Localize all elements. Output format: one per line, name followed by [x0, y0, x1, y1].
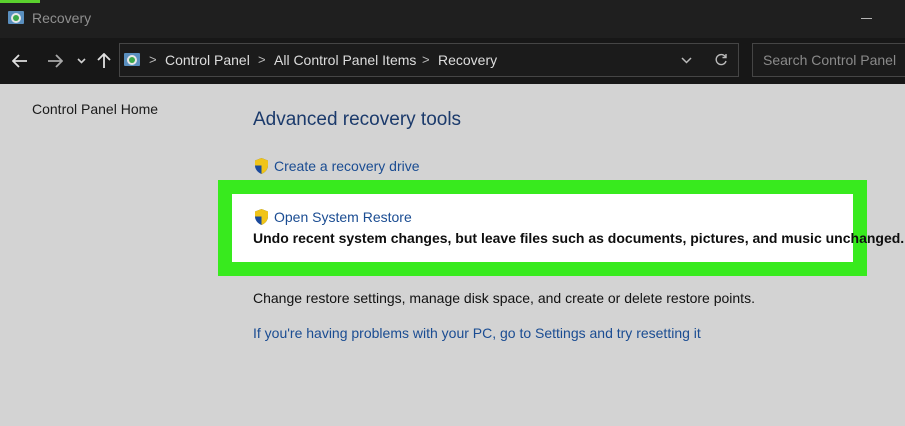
- control-panel-icon: [8, 11, 24, 24]
- recovery-window: Recovery > Control Panel > All Control P…: [0, 0, 905, 426]
- configure-restore-description: Change restore settings, manage disk spa…: [253, 290, 755, 306]
- create-recovery-drive-label[interactable]: Create a recovery drive: [274, 158, 420, 174]
- open-system-restore-label[interactable]: Open System Restore: [274, 209, 412, 225]
- refresh-button[interactable]: [710, 44, 732, 76]
- breadcrumb-separator[interactable]: >: [258, 52, 266, 67]
- refresh-icon: [715, 53, 727, 66]
- accent-corner: [0, 0, 40, 3]
- window-title: Recovery: [32, 10, 92, 26]
- forward-button[interactable]: [42, 38, 68, 84]
- back-button[interactable]: [7, 38, 33, 84]
- address-bar[interactable]: > Control Panel > All Control Panel Item…: [119, 43, 739, 77]
- chevron-down-icon: [680, 56, 692, 64]
- breadcrumb-all-items[interactable]: All Control Panel Items: [274, 52, 416, 68]
- chevron-down-icon: [76, 58, 86, 64]
- control-panel-icon: [124, 53, 140, 66]
- up-button[interactable]: [92, 38, 116, 84]
- breadcrumb-control-panel[interactable]: Control Panel: [165, 52, 250, 68]
- up-arrow-icon: [97, 53, 111, 68]
- highlight-box: Open System Restore Undo recent system c…: [218, 180, 904, 276]
- minimize-button[interactable]: [855, 8, 879, 28]
- open-system-restore-link[interactable]: Open System Restore: [253, 208, 412, 226]
- recent-locations-button[interactable]: [73, 38, 89, 84]
- forward-arrow-icon: [48, 54, 63, 68]
- reset-pc-link[interactable]: If you're having problems with your PC, …: [253, 325, 701, 341]
- navigation-bar: > Control Panel > All Control Panel Item…: [0, 38, 905, 84]
- back-arrow-icon: [12, 54, 27, 68]
- title-bar: Recovery: [0, 0, 905, 38]
- control-panel-home-link[interactable]: Control Panel Home: [32, 101, 158, 117]
- system-restore-description: Undo recent system changes, but leave fi…: [253, 230, 905, 246]
- uac-shield-icon: [255, 158, 268, 174]
- search-input[interactable]: Search Control Panel: [752, 43, 905, 77]
- breadcrumb-separator: >: [149, 52, 157, 67]
- content-area: Control Panel Home Advanced recovery too…: [0, 84, 905, 426]
- breadcrumb-recovery[interactable]: Recovery: [438, 52, 497, 68]
- page-title: Advanced recovery tools: [253, 109, 462, 130]
- breadcrumb-separator[interactable]: >: [422, 52, 430, 67]
- create-recovery-drive-link[interactable]: Create a recovery drive: [253, 157, 420, 175]
- uac-shield-icon: [255, 209, 268, 225]
- address-dropdown-button[interactable]: [676, 44, 696, 76]
